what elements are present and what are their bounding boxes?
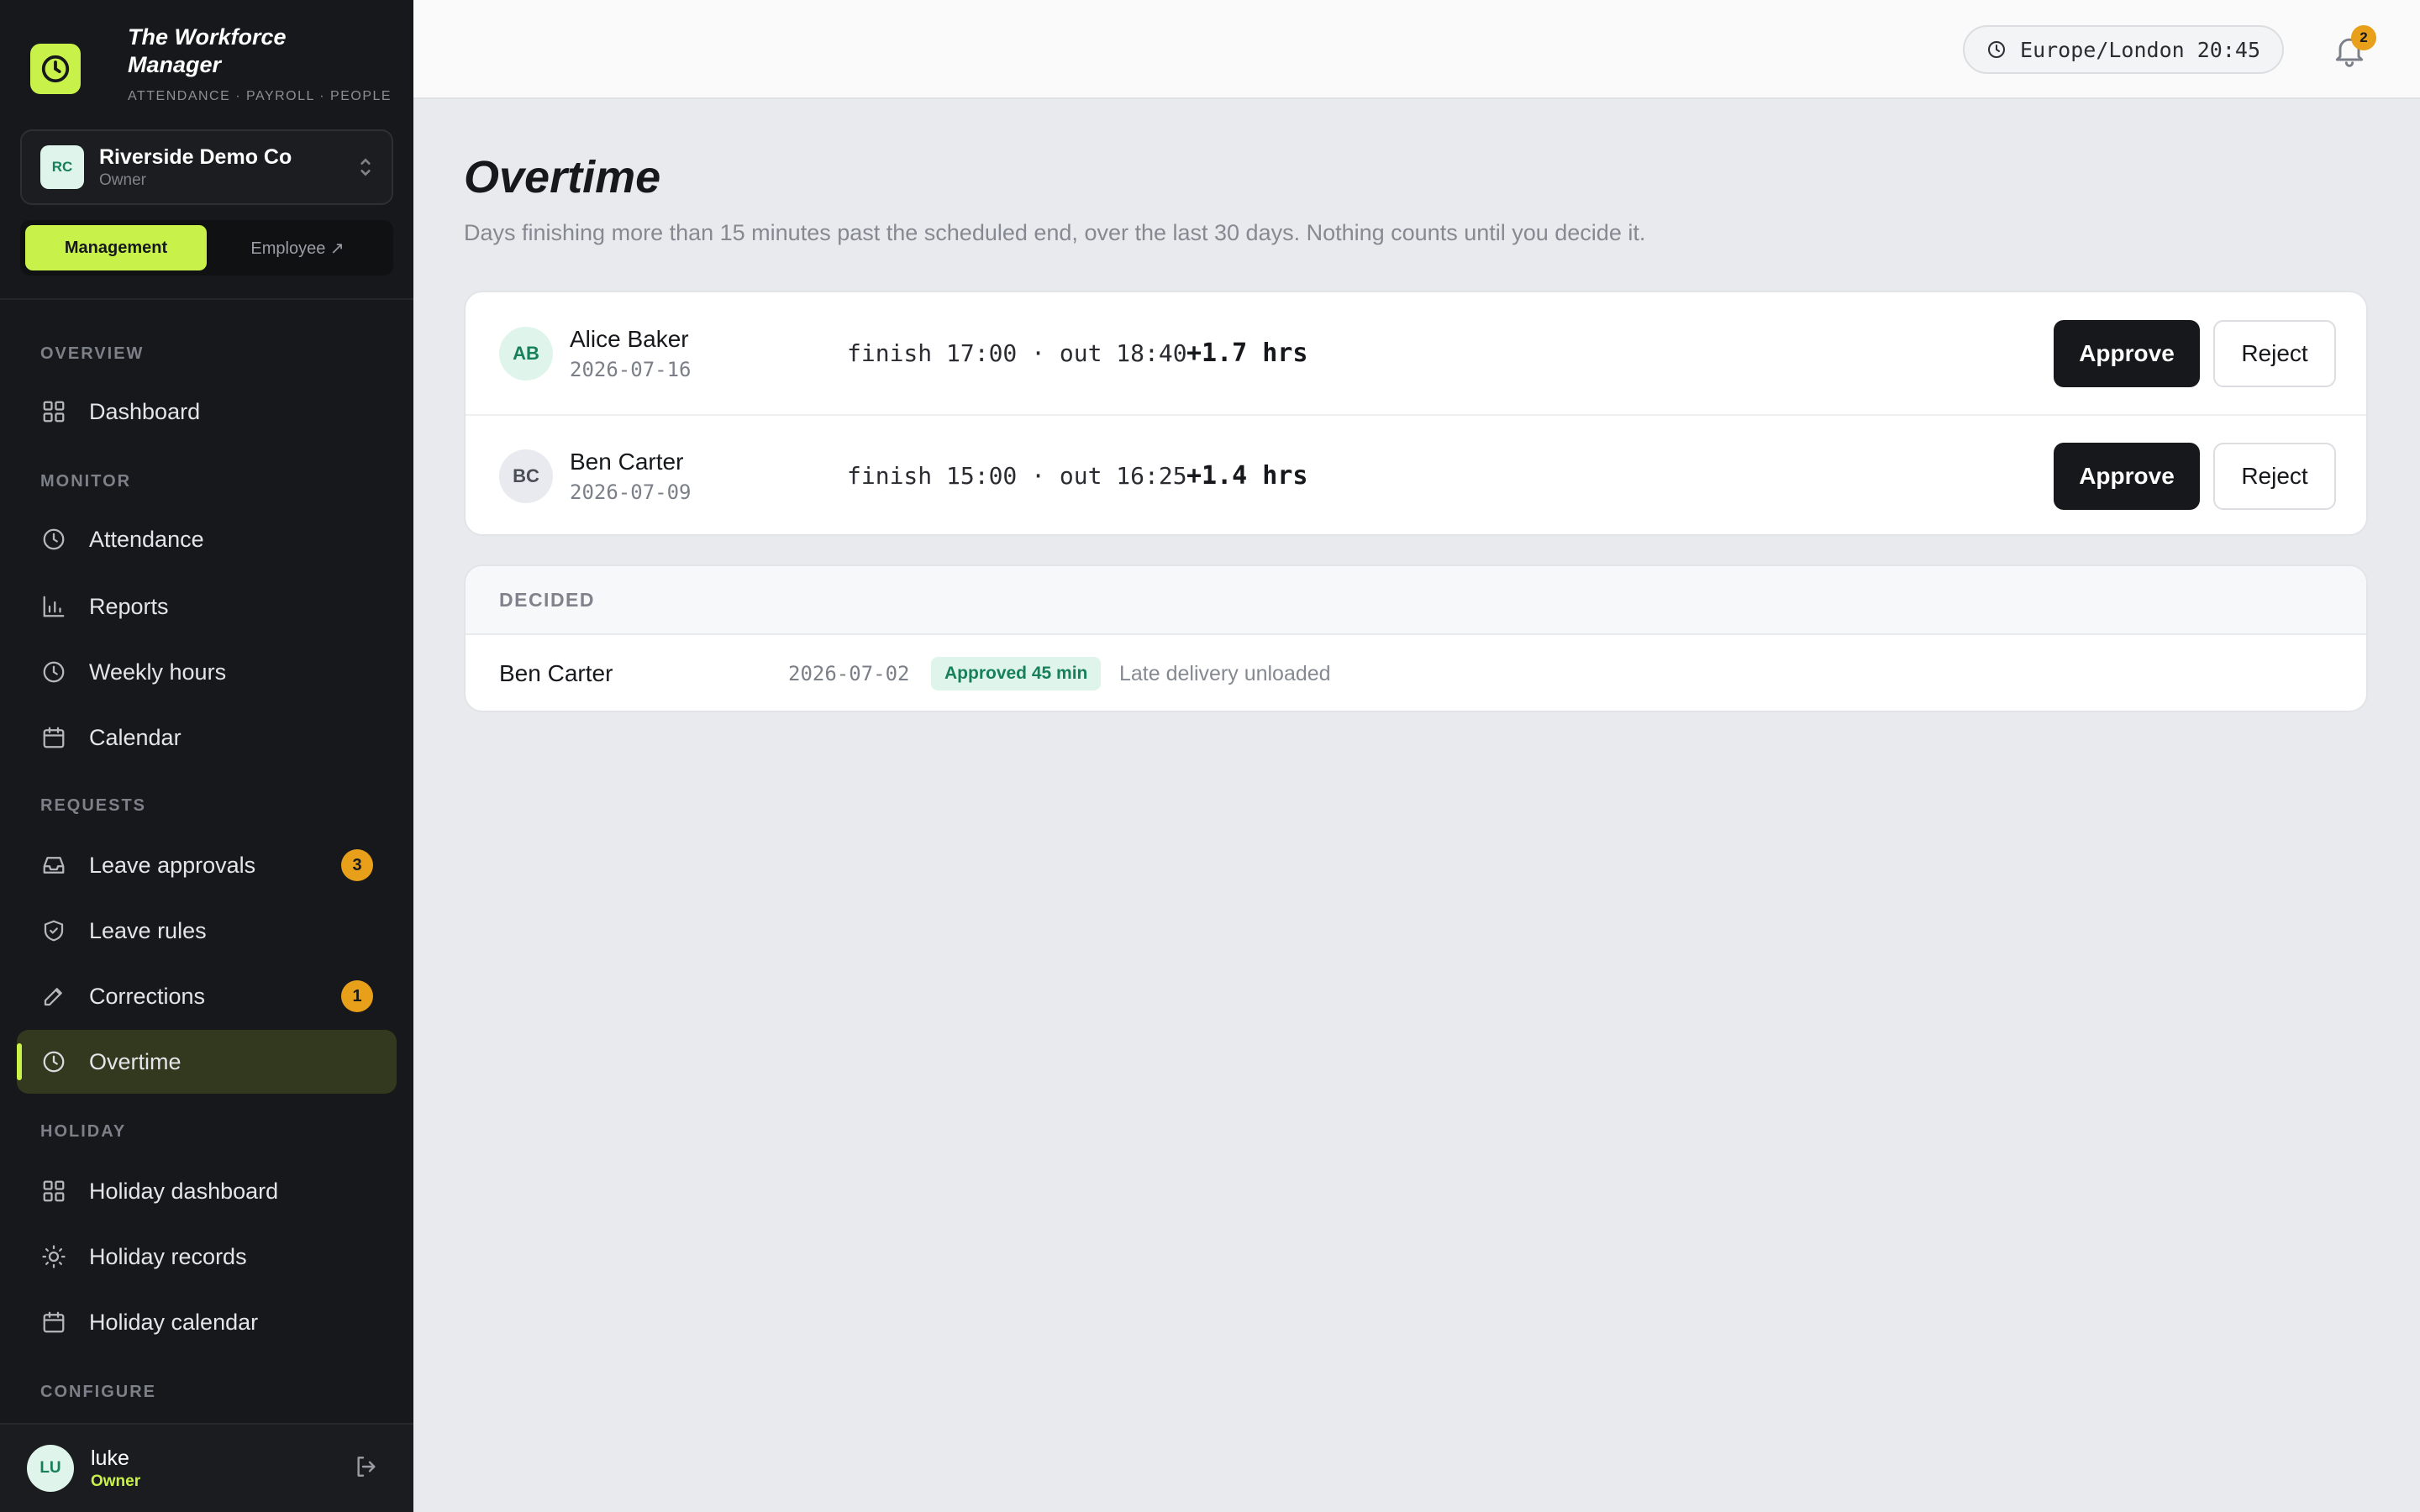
sidebar-item-label: Calendar bbox=[89, 724, 182, 750]
sidebar-item-corrections[interactable]: Corrections 1 bbox=[17, 964, 397, 1028]
section-holiday: HOLIDAY bbox=[40, 1122, 127, 1141]
company-role: Owner bbox=[99, 171, 146, 189]
logout-icon[interactable] bbox=[353, 1453, 380, 1484]
sidebar-item-calendar[interactable]: Calendar bbox=[17, 706, 397, 769]
shift-times: finish 15:00 · out 16:25 bbox=[847, 462, 1187, 490]
clock-icon bbox=[40, 1048, 67, 1075]
sidebar-item-label: Holiday dashboard bbox=[89, 1178, 279, 1204]
sidebar-item-label: Reports bbox=[89, 593, 169, 619]
reject-button[interactable]: Reject bbox=[2213, 319, 2336, 387]
sidebar-item-holiday-dashboard[interactable]: Holiday dashboard bbox=[17, 1159, 397, 1223]
avatar: AB bbox=[499, 326, 553, 381]
chevron-up-down-icon bbox=[358, 156, 373, 179]
section-overview: OVERVIEW bbox=[40, 344, 145, 363]
grid-icon bbox=[40, 1178, 67, 1205]
sidebar-item-dashboard[interactable]: Dashboard bbox=[17, 380, 397, 444]
user-role: Owner bbox=[91, 1472, 141, 1490]
sidebar-item-label: Holiday records bbox=[89, 1243, 247, 1269]
sidebar-divider bbox=[0, 298, 413, 300]
sidebar-item-label: Dashboard bbox=[89, 398, 201, 424]
brand[interactable]: The Workforce Manager ATTENDANCE · PAYROL… bbox=[30, 24, 391, 103]
count-badge: 1 bbox=[341, 980, 373, 1012]
mode-switch: Management Employee ↗ bbox=[20, 220, 393, 276]
section-configure: CONFIGURE bbox=[40, 1383, 156, 1401]
sidebar-item-holiday-calendar[interactable]: Holiday calendar bbox=[17, 1290, 397, 1354]
notification-count-badge: 2 bbox=[2351, 25, 2376, 50]
shift-times: finish 17:00 · out 18:40 bbox=[847, 339, 1187, 367]
status-badge: Approved 45 min bbox=[931, 657, 1102, 690]
sidebar: The Workforce Manager ATTENDANCE · PAYROL… bbox=[0, 0, 413, 1512]
notifications-button[interactable]: 2 bbox=[2331, 25, 2376, 69]
sidebar-item-overtime[interactable]: Overtime bbox=[17, 1030, 397, 1094]
avatar: BC bbox=[499, 449, 553, 503]
clock-icon bbox=[1988, 41, 2006, 58]
timezone-clock[interactable]: Europe/London 20:45 bbox=[1963, 25, 2284, 74]
inbox-icon bbox=[40, 852, 67, 879]
overtime-date: 2026-07-09 bbox=[570, 480, 692, 504]
reject-button[interactable]: Reject bbox=[2213, 442, 2336, 510]
user-name: luke bbox=[91, 1446, 129, 1470]
brand-title: The Workforce Manager bbox=[128, 24, 287, 77]
timezone-text: Europe/London 20:45 bbox=[2020, 37, 2260, 62]
user-bar: LU luke Owner bbox=[0, 1423, 413, 1512]
clock-logo-icon bbox=[30, 44, 81, 94]
sidebar-item-label: Corrections bbox=[89, 983, 206, 1009]
bar-chart-icon bbox=[40, 593, 67, 620]
section-monitor: MONITOR bbox=[40, 472, 132, 491]
overtime-row: BC Ben Carter 2026-07-09 finish 15:00 · … bbox=[466, 414, 2366, 534]
top-bar: Europe/London 20:45 2 bbox=[413, 0, 2420, 99]
overtime-hours: +1.4 hrs bbox=[1186, 461, 1308, 491]
company-name: Riverside Demo Co bbox=[99, 144, 292, 169]
sidebar-item-reports[interactable]: Reports bbox=[17, 575, 397, 638]
calendar-icon bbox=[40, 1309, 67, 1336]
employee-name: Ben Carter bbox=[499, 660, 613, 686]
mode-employee-button[interactable]: Employee ↗ bbox=[207, 225, 388, 270]
clock-icon bbox=[40, 659, 67, 685]
sidebar-item-attendance[interactable]: Attendance bbox=[17, 507, 397, 571]
approve-button[interactable]: Approve bbox=[2054, 442, 2200, 510]
sidebar-item-leave-rules[interactable]: Leave rules bbox=[17, 899, 397, 963]
employee-name: Ben Carter bbox=[570, 448, 684, 475]
decided-heading: DECIDED bbox=[466, 566, 2366, 635]
approve-button[interactable]: Approve bbox=[2054, 319, 2200, 387]
sidebar-item-label: Holiday calendar bbox=[89, 1309, 259, 1335]
pending-overtime-list: AB Alice Baker 2026-07-16 finish 17:00 ·… bbox=[464, 291, 2368, 536]
sidebar-item-weekly-hours[interactable]: Weekly hours bbox=[17, 640, 397, 704]
overtime-hours: +1.7 hrs bbox=[1186, 339, 1308, 368]
count-badge: 3 bbox=[341, 849, 373, 881]
sidebar-item-label: Attendance bbox=[89, 526, 204, 552]
sidebar-item-label: Leave rules bbox=[89, 917, 207, 943]
calendar-icon bbox=[40, 724, 67, 751]
overtime-row: AB Alice Baker 2026-07-16 finish 17:00 ·… bbox=[466, 292, 2366, 414]
sidebar-item-holiday-records[interactable]: Holiday records bbox=[17, 1225, 397, 1289]
sidebar-item-label: Leave approvals bbox=[89, 852, 256, 878]
page-description: Days finishing more than 15 minutes past… bbox=[464, 220, 1646, 245]
company-switcher[interactable]: RC Riverside Demo Co Owner bbox=[20, 129, 393, 205]
sun-icon bbox=[40, 1243, 67, 1270]
decision-note: Late delivery unloaded bbox=[1119, 661, 1331, 685]
decided-overtime-list: DECIDED Ben Carter 2026-07-02 Approved 4… bbox=[464, 564, 2368, 712]
company-avatar: RC bbox=[40, 145, 84, 189]
user-avatar[interactable]: LU bbox=[27, 1445, 74, 1492]
overtime-date: 2026-07-16 bbox=[570, 357, 692, 381]
clock-icon bbox=[40, 526, 67, 553]
decided-date: 2026-07-02 bbox=[788, 662, 910, 685]
grid-icon bbox=[40, 398, 67, 425]
page-title: Overtime bbox=[464, 152, 661, 202]
sidebar-item-leave-approvals[interactable]: Leave approvals 3 bbox=[17, 833, 397, 897]
section-requests: REQUESTS bbox=[40, 796, 147, 815]
mode-management-button[interactable]: Management bbox=[25, 225, 207, 270]
sidebar-item-label: Weekly hours bbox=[89, 659, 227, 685]
sidebar-item-label: Overtime bbox=[89, 1048, 182, 1074]
shield-check-icon bbox=[40, 917, 67, 944]
brand-subtitle: ATTENDANCE · PAYROLL · PEOPLE bbox=[128, 89, 392, 103]
decided-row: Ben Carter 2026-07-02 Approved 45 min La… bbox=[466, 635, 2366, 711]
pencil-icon bbox=[40, 983, 67, 1010]
employee-name: Alice Baker bbox=[570, 325, 689, 352]
